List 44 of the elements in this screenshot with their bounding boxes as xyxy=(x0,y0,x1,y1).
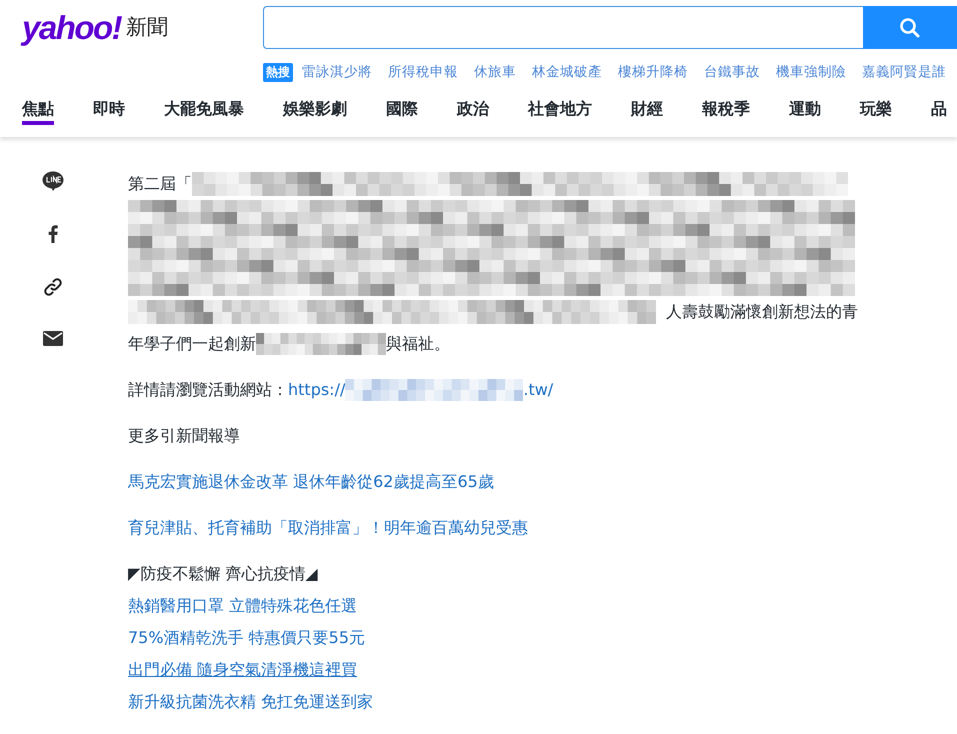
section-title: 新聞 xyxy=(126,17,168,38)
related-link[interactable]: 育兒津貼、托育補助「取消排富」！明年逾百萬幼兒受惠 xyxy=(128,512,528,544)
article-text: 與福祉。 xyxy=(386,333,450,355)
nav-tab[interactable]: 焦點 xyxy=(22,97,54,125)
url-link[interactable]: .tw/ xyxy=(523,374,554,406)
trending-link[interactable]: 嘉義阿賢是誰 xyxy=(862,63,946,81)
trending-link[interactable]: 所得稅申報 xyxy=(388,63,458,81)
nav-tab[interactable]: 報稅季 xyxy=(702,97,750,125)
promo-link[interactable]: 出門必備 隨身空氣清淨機這裡買 xyxy=(128,654,358,686)
nav-tab[interactable]: 國際 xyxy=(386,97,418,125)
nav-tab[interactable]: 大罷免風暴 xyxy=(164,97,244,125)
nav-tab[interactable]: 社會地方 xyxy=(528,97,592,125)
nav-tab[interactable]: 政治 xyxy=(457,97,489,125)
nav-tab[interactable]: 品 xyxy=(931,97,947,125)
section-heading: 更多引新聞報導 xyxy=(128,425,241,447)
trending-link[interactable]: 機車強制險 xyxy=(776,63,846,81)
nav-tab[interactable]: 娛樂影劇 xyxy=(283,97,347,125)
article-text: 年學子們一起創新 xyxy=(128,333,256,355)
search-field[interactable] xyxy=(263,6,863,49)
article-text: 人壽鼓勵滿懷創新想法的青 xyxy=(666,301,858,323)
search-button[interactable] xyxy=(863,6,957,49)
mail-icon[interactable] xyxy=(43,331,63,346)
yahoo-logo[interactable]: yahoo! xyxy=(22,11,122,44)
nav-tab[interactable]: 玩樂 xyxy=(860,97,892,125)
promo-heading: ◤防疫不鬆懈 齊心抗疫情◢ xyxy=(128,563,319,585)
nav-tab[interactable]: 運動 xyxy=(789,97,821,125)
facebook-icon[interactable] xyxy=(48,225,58,243)
trending-link[interactable]: 雷詠淇少將 xyxy=(302,63,372,81)
search-icon xyxy=(899,16,921,38)
trending-link[interactable]: 樓梯升降椅 xyxy=(618,63,688,81)
related-link[interactable]: 馬克宏實施退休金改革 退休年齡從62歲提高至65歲 xyxy=(128,466,494,498)
promo-link[interactable]: 熱銷醫用口罩 立體特殊花色任選 xyxy=(128,590,358,622)
url-link[interactable]: https:// xyxy=(288,374,346,406)
trending-link[interactable]: 林金城破產 xyxy=(532,63,602,81)
trending-link[interactable]: 休旅車 xyxy=(474,63,516,81)
article-text: 第二屆「 xyxy=(128,173,192,195)
link-icon[interactable] xyxy=(43,277,63,297)
article-text: 詳情請瀏覽活動網站： xyxy=(128,379,288,401)
promo-link[interactable]: 75%酒精乾洗手 特惠價只要55元 xyxy=(128,622,366,654)
nav-tab[interactable]: 即時 xyxy=(93,97,125,125)
trending-link[interactable]: 台鐵事故 xyxy=(704,63,760,81)
promo-link[interactable]: 新升級抗菌洗衣精 免扛免運送到家 xyxy=(128,686,374,718)
nav-tab[interactable]: 財經 xyxy=(631,97,663,125)
hot-search-badge: 熱搜 xyxy=(263,62,293,82)
